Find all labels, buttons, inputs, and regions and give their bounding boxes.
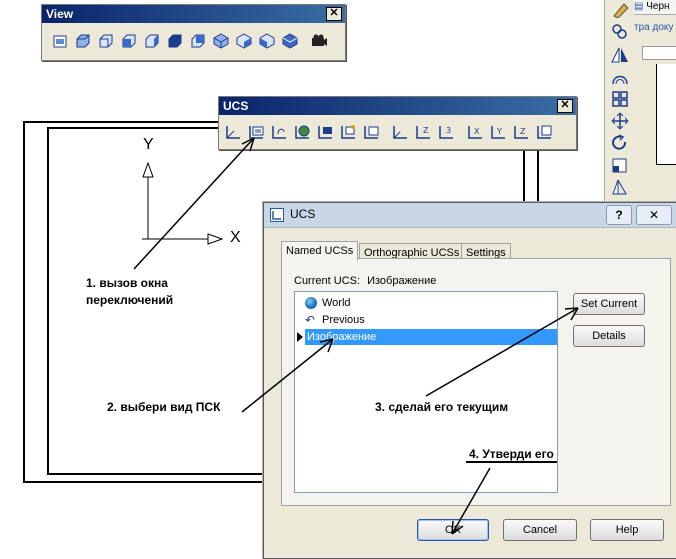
tab-named-ucss[interactable]: Named UCSs bbox=[281, 241, 359, 261]
annotation-arrows bbox=[133, 137, 579, 535]
arrow-2 bbox=[241, 338, 334, 413]
arrow-1 bbox=[133, 137, 255, 270]
arrow-4 bbox=[451, 467, 491, 535]
arrow-3 bbox=[425, 307, 579, 397]
